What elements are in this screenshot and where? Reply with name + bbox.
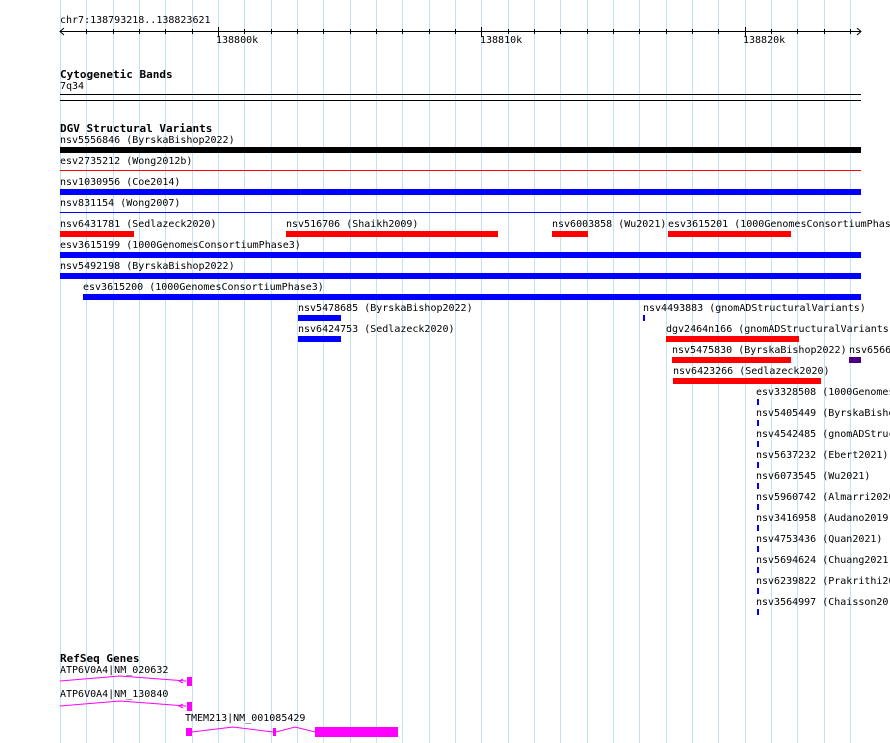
variant-bar-gain[interactable] xyxy=(757,525,759,531)
ruler-tick-label: 138800k xyxy=(216,35,259,46)
variant-label: nsv6423266 (Sedlazeck2020) xyxy=(673,366,830,377)
cytoband-label: 7q34 xyxy=(60,81,85,92)
variant-label: nsv5478685 (ByrskaBishop2022) xyxy=(298,303,473,314)
variant-label: nsv5556846 (ByrskaBishop2022) xyxy=(60,135,235,146)
variant-bar-gain[interactable] xyxy=(60,273,861,279)
variant-bar-gain[interactable] xyxy=(757,588,759,594)
variant-label: esv3615201 (1000GenomesConsortiumPhase3) xyxy=(668,219,890,230)
variant-label: nsv4542485 (gnomADStruc xyxy=(756,429,890,440)
variant-label: dgv2464n166 (gnomADStructuralVariants) xyxy=(666,324,890,335)
variant-label: nsv3564997 (Chaisson20 xyxy=(756,597,889,608)
variant-bar-gain[interactable] xyxy=(757,462,759,468)
variant-label: nsv6566 xyxy=(849,345,890,356)
variant-label: nsv516706 (Shaikh2009) xyxy=(286,219,419,230)
variant-label: nsv5405449 (ByrskaBisho xyxy=(756,408,890,419)
variant-bar-gain[interactable] xyxy=(757,567,759,573)
variant-label: nsv4753436 (Quan2021) xyxy=(756,534,883,545)
variant-bar-gain[interactable] xyxy=(60,252,861,258)
variant-label: nsv3416958 (Audano2019 xyxy=(756,513,889,524)
variant-label: esv3615200 (1000GenomesConsortiumPhase3) xyxy=(83,282,324,293)
variant-label: nsv5694624 (Chuang2021 xyxy=(756,555,889,566)
variant-bar-complex[interactable] xyxy=(60,147,861,153)
ruler-scale xyxy=(59,27,862,37)
variant-label: esv3328508 (1000Genomes xyxy=(756,387,890,398)
variant-label: nsv6424753 (Sedlazeck2020) xyxy=(298,324,455,335)
variant-bar-gain[interactable] xyxy=(757,420,759,426)
variant-label: nsv6073545 (Wu2021) xyxy=(756,471,871,482)
variant-bar-loss[interactable] xyxy=(60,170,861,171)
variant-bar-loss[interactable] xyxy=(672,357,791,363)
variant-label: nsv5492198 (ByrskaBishop2022) xyxy=(60,261,235,272)
variant-bar-loss[interactable] xyxy=(668,231,791,237)
variant-bar-gain[interactable] xyxy=(298,336,341,342)
track-title-cytobands[interactable]: Cytogenetic Bands xyxy=(60,68,173,81)
variant-bar-other[interactable] xyxy=(849,357,861,363)
gene-label: ATP6V0A4|NM_020632 xyxy=(60,665,169,676)
variant-label: nsv4493883 (gnomADStructuralVariants) xyxy=(643,303,866,314)
variant-label: esv3615199 (1000GenomesConsortiumPhase3) xyxy=(60,240,301,251)
variant-bar-loss[interactable] xyxy=(666,336,799,342)
variant-label: nsv5637232 (Ebert2021) xyxy=(756,450,889,461)
variant-label: esv2735212 (Wong2012b) xyxy=(60,156,193,167)
variant-bar-gain[interactable] xyxy=(757,546,759,552)
variant-bar-gain[interactable] xyxy=(757,483,759,489)
variant-bar-loss[interactable] xyxy=(60,231,134,237)
gene-label: TMEM213|NM_001085429 xyxy=(185,713,306,724)
variant-bar-gain[interactable] xyxy=(60,189,861,195)
variant-label: nsv6431781 (Sedlazeck2020) xyxy=(60,219,217,230)
track-title-dgv[interactable]: DGV Structural Variants xyxy=(60,122,212,135)
variant-label: nsv6239822 (Prakrithi20 xyxy=(756,576,890,587)
cytoband-outline-top xyxy=(60,94,861,95)
variant-bar-gain[interactable] xyxy=(757,399,759,405)
ruler-tick-label: 138810k xyxy=(480,35,523,46)
variant-bar-gain[interactable] xyxy=(298,315,341,321)
track-title-refseq[interactable]: RefSeq Genes xyxy=(60,652,139,665)
variant-label: nsv5960742 (Almarri2020 xyxy=(756,492,890,503)
variant-bar-loss[interactable] xyxy=(286,231,498,237)
variant-bar-gain[interactable] xyxy=(643,315,645,321)
variant-bar-gain[interactable] xyxy=(757,609,759,615)
variant-bar-gain[interactable] xyxy=(757,441,759,447)
variant-label: nsv831154 (Wong2007) xyxy=(60,198,181,209)
gene-label: ATP6V0A4|NM_130840 xyxy=(60,689,169,700)
variant-label: nsv5475830 (ByrskaBishop2022) xyxy=(672,345,847,356)
variant-bar-gain[interactable] xyxy=(60,212,861,213)
variant-bar-loss[interactable] xyxy=(552,231,588,237)
variant-bar-gain[interactable] xyxy=(757,504,759,510)
variant-bar-gain[interactable] xyxy=(83,294,861,300)
variant-label: nsv1030956 (Coe2014) xyxy=(60,177,181,188)
variant-bar-loss[interactable] xyxy=(673,378,821,384)
ruler-tick-label: 138820k xyxy=(743,35,786,46)
variant-label: nsv6003858 (Wu2021) xyxy=(552,219,667,230)
cytoband-outline-bottom[interactable] xyxy=(60,100,861,101)
